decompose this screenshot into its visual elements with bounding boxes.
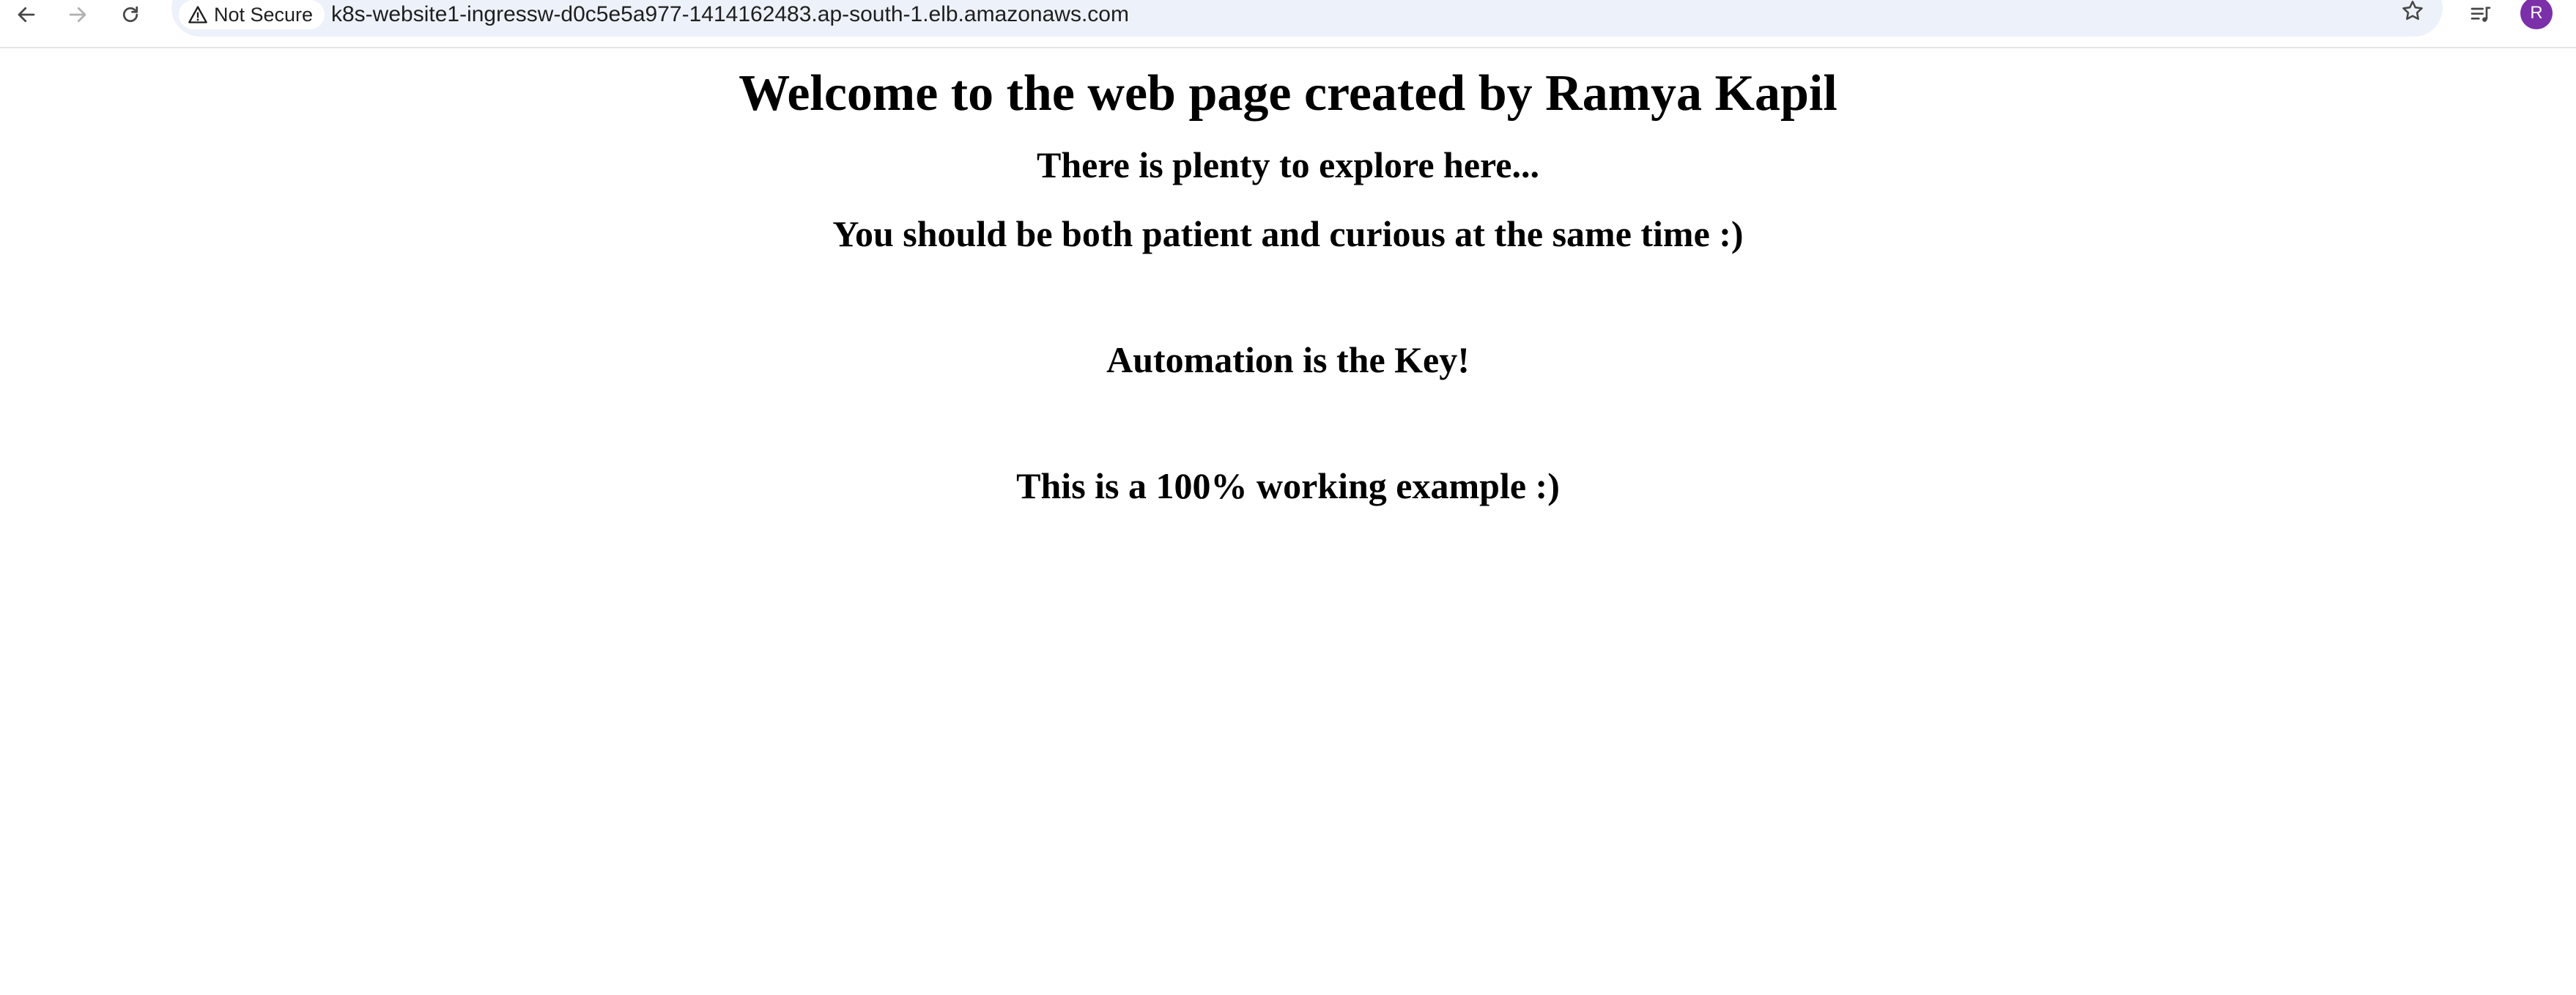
subheading-automation: Automation is the Key! [1106, 339, 1470, 380]
reload-icon [122, 6, 138, 23]
address-bar[interactable]: Not Secure k8s-website1-ingressw-d0c5e5a… [171, 0, 2443, 37]
subheading-working-example: This is a 100% working example :) [1016, 465, 1560, 506]
media-control-icon [2470, 7, 2491, 22]
security-label: Not Secure [214, 3, 314, 26]
back-button[interactable] [12, 0, 41, 29]
bookmark-button[interactable] [2400, 0, 2425, 27]
subheading-explore: There is plenty to explore here... [1036, 144, 1540, 185]
media-control-button[interactable] [2466, 0, 2495, 29]
forward-arrow-icon [69, 7, 86, 23]
url-text[interactable]: k8s-website1-ingressw-d0c5e5a977-1414162… [331, 0, 1129, 29]
page-title: Welcome to the web page created by Ramya… [739, 65, 1837, 122]
forward-button[interactable] [63, 0, 92, 29]
subheading-patience: You should be both patient and curious a… [832, 213, 1744, 254]
security-chip[interactable]: Not Secure [179, 0, 325, 29]
browser-toolbar: Not Secure k8s-website1-ingressw-d0c5e5a… [0, 0, 2576, 48]
avatar[interactable]: R [2520, 0, 2553, 29]
star-icon [2402, 0, 2423, 21]
reload-button[interactable] [116, 0, 145, 29]
back-arrow-icon [18, 7, 35, 23]
warning-triangle-icon [188, 6, 207, 23]
